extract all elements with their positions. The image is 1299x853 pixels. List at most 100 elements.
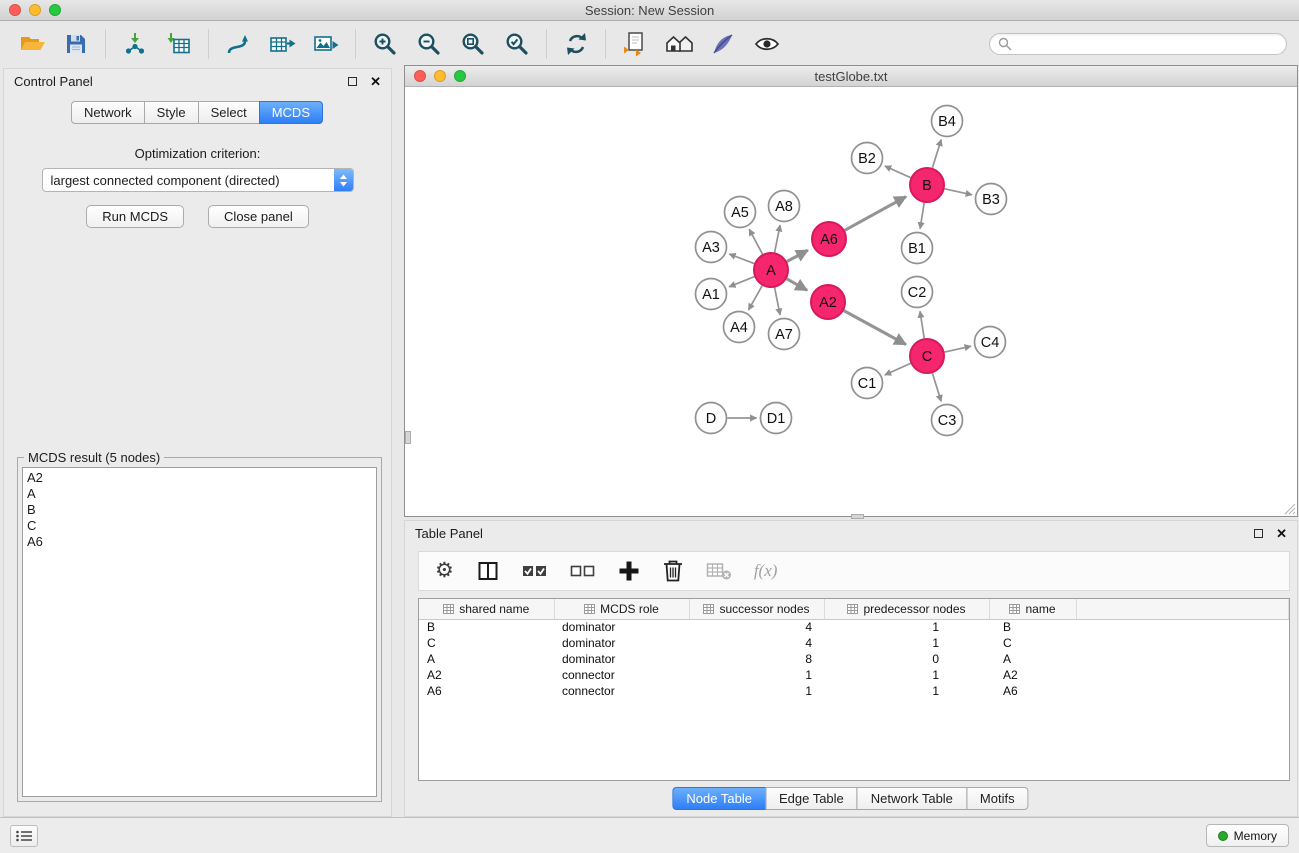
network-graph[interactable]: B4B2BB3A8A5A6A3B1AC2A1A2A4A7C4CC1DD1C3 [405,87,1297,516]
table-cell[interactable]: connector [554,667,689,683]
export-table-button[interactable] [260,26,304,62]
graph-node-C3[interactable]: C3 [932,405,963,436]
task-history-button[interactable] [10,825,38,847]
table-cell[interactable]: B [989,619,1076,635]
table-row[interactable]: Adominator80A [419,651,1289,667]
table-cell[interactable]: dominator [554,635,689,651]
tab-select[interactable]: Select [198,101,260,124]
window-resize-nub[interactable] [851,514,864,519]
deselect-all-button[interactable] [570,561,596,581]
save-session-button[interactable] [54,26,98,62]
optimization-criterion-select[interactable]: largest connected component (directed) [42,168,354,192]
tab-style[interactable]: Style [144,101,199,124]
table-cell[interactable]: 1 [824,683,989,699]
graph-node-A5[interactable]: A5 [725,197,756,228]
graph-node-B4[interactable]: B4 [932,106,963,137]
float-table-panel-icon[interactable] [1254,529,1263,538]
graph-node-C2[interactable]: C2 [902,277,933,308]
table-cell[interactable]: A2 [989,667,1076,683]
table-cell[interactable]: C [419,635,554,651]
search-box[interactable] [989,33,1287,55]
table-cell[interactable]: 1 [824,635,989,651]
delete-column-button[interactable] [662,559,684,583]
close-panel-icon[interactable]: ✕ [370,77,381,86]
column-header-shared-name[interactable]: shared name [419,599,554,619]
table-cell[interactable]: dominator [554,619,689,635]
tab-mcds[interactable]: MCDS [259,101,323,124]
mcds-result-item[interactable]: B [27,502,372,518]
table-row[interactable]: A2connector11A2 [419,667,1289,683]
zoom-fit-button[interactable] [451,26,495,62]
graph-node-B3[interactable]: B3 [976,184,1007,215]
tab-motifs[interactable]: Motifs [966,787,1029,810]
select-all-button[interactable] [522,561,548,581]
table-cell[interactable]: A2 [419,667,554,683]
graph-node-B2[interactable]: B2 [852,143,883,174]
tab-network-table[interactable]: Network Table [857,787,967,810]
network-canvas[interactable]: B4B2BB3A8A5A6A3B1AC2A1A2A4A7C4CC1DD1C3 [405,87,1297,516]
add-column-button[interactable] [618,560,640,582]
graph-node-A8[interactable]: A8 [769,191,800,222]
graph-node-C1[interactable]: C1 [852,368,883,399]
graph-edge-C-C2[interactable] [920,311,924,338]
import-table-button[interactable] [157,26,201,62]
table-cell[interactable]: A [989,651,1076,667]
table-cell[interactable]: 1 [824,619,989,635]
graph-edge-A6-B[interactable] [845,197,906,231]
table-row[interactable]: Bdominator41B [419,619,1289,635]
apply-layout-button[interactable] [554,26,598,62]
close-window-button[interactable] [9,4,21,16]
table-cell[interactable]: 4 [689,635,824,651]
minimize-view-button[interactable] [434,70,446,82]
graph-node-D[interactable]: D [696,403,727,434]
graph-edge-A-A4[interactable] [749,286,763,310]
open-file-button[interactable] [10,26,54,62]
table-cell[interactable]: dominator [554,651,689,667]
table-cell[interactable]: A6 [419,683,554,699]
open-network-file-button[interactable] [613,26,657,62]
export-network-button[interactable] [216,26,260,62]
table-cell[interactable]: 1 [689,667,824,683]
graph-node-A2[interactable]: A2 [811,285,845,319]
zoom-out-button[interactable] [407,26,451,62]
table-cell[interactable]: B [419,619,554,635]
close-table-panel-icon[interactable]: ✕ [1276,529,1287,538]
graph-node-B[interactable]: B [910,168,944,202]
graph-edge-C-C3[interactable] [932,373,941,401]
graph-edge-A-A5[interactable] [749,229,762,254]
canvas-scroll-nub[interactable] [405,431,411,444]
graph-edge-B-B3[interactable] [945,189,972,195]
graph-node-A3[interactable]: A3 [696,232,727,263]
run-mcds-button[interactable]: Run MCDS [86,205,184,228]
zoom-in-button[interactable] [363,26,407,62]
function-builder-button[interactable]: f(x) [754,561,778,581]
graph-node-A4[interactable]: A4 [724,312,755,343]
mcds-result-item[interactable]: C [27,518,372,534]
show-hide-button[interactable] [745,26,789,62]
column-header-predecessor-nodes[interactable]: predecessor nodes [824,599,989,619]
mcds-result-list[interactable]: A2ABCA6 [22,467,377,797]
table-row[interactable]: Cdominator41C [419,635,1289,651]
table-cell[interactable]: A [419,651,554,667]
close-view-button[interactable] [414,70,426,82]
zoom-view-button[interactable] [454,70,466,82]
graph-edge-A-A7[interactable] [775,288,781,315]
graph-edge-B-B4[interactable] [932,140,941,168]
show-columns-button[interactable] [476,559,500,583]
float-panel-icon[interactable] [348,77,357,86]
network-overview-button[interactable] [657,26,701,62]
graph-edge-C-C4[interactable] [945,346,971,352]
memory-button[interactable]: Memory [1206,824,1289,847]
graph-edge-A-A3[interactable] [729,254,754,264]
graph-edge-B-B2[interactable] [885,166,911,178]
table-cell[interactable]: A6 [989,683,1076,699]
graph-edge-C-C1[interactable] [885,363,911,375]
table-cell[interactable]: connector [554,683,689,699]
graph-node-B1[interactable]: B1 [902,233,933,264]
table-cell[interactable]: 1 [824,667,989,683]
column-header-name[interactable]: name [989,599,1076,619]
mcds-result-item[interactable]: A6 [27,534,372,550]
graph-edge-A2-C[interactable] [844,311,906,345]
table-row[interactable]: A6connector11A6 [419,683,1289,699]
column-header-mcds-role[interactable]: MCDS role [554,599,689,619]
